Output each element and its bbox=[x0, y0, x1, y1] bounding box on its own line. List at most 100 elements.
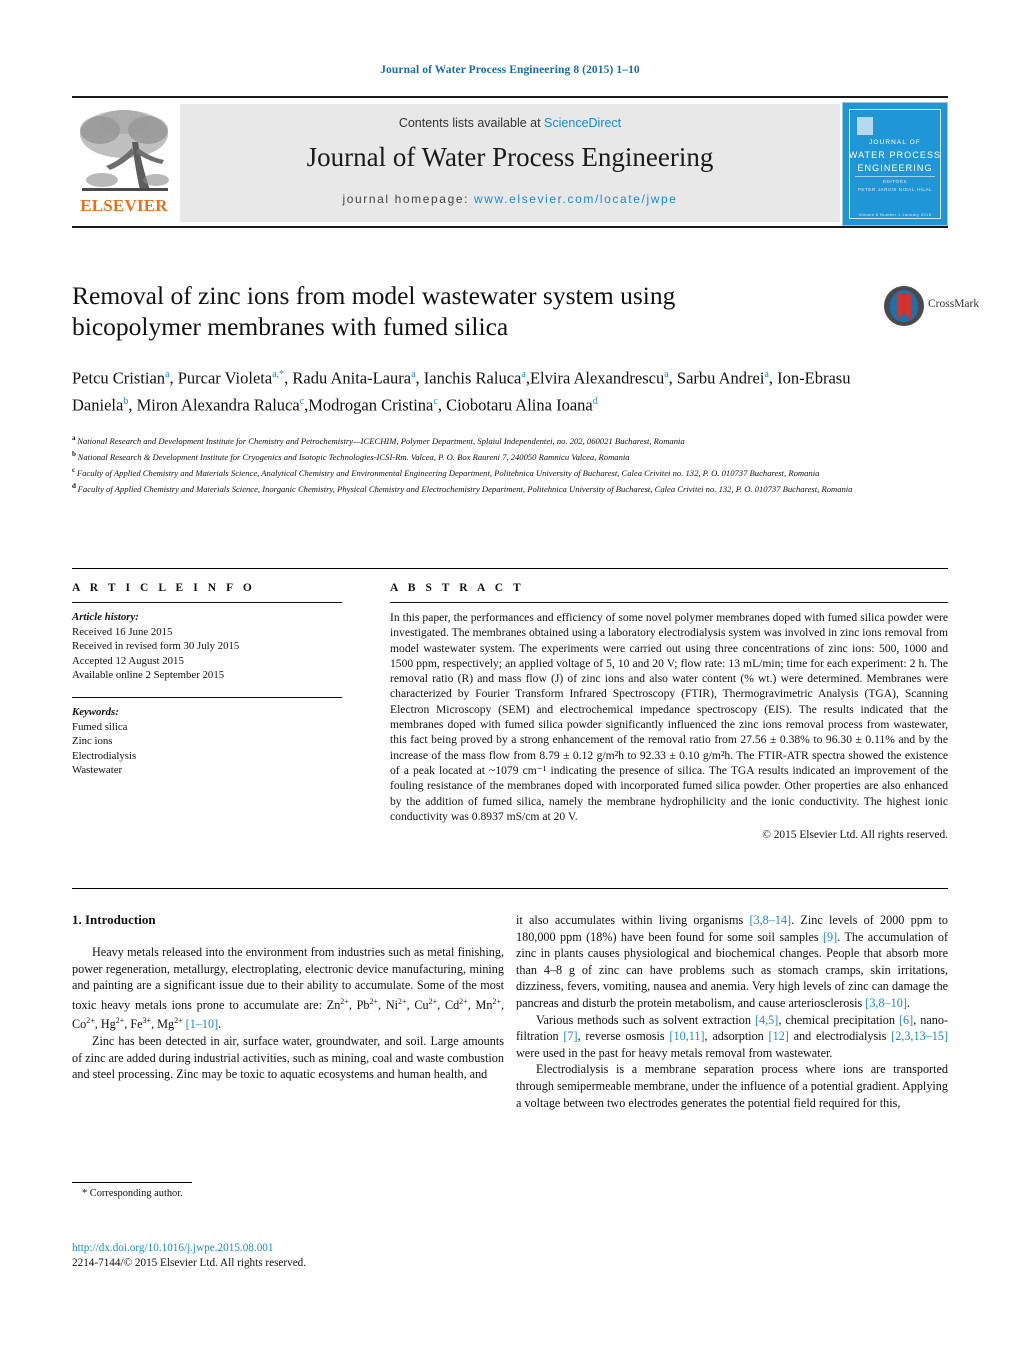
body-left-column: 1. Introduction Heavy metals released in… bbox=[72, 912, 504, 1083]
sciencedirect-link[interactable]: ScienceDirect bbox=[544, 116, 621, 130]
ion-charge: 2+ bbox=[86, 1016, 95, 1026]
cover-footer: Volume 8 Number 1 January 2015 bbox=[858, 212, 932, 217]
author-name: Elvira Alexandrescu bbox=[529, 368, 665, 388]
citation-ref[interactable]: [3,8–14] bbox=[749, 913, 791, 927]
author-affiliation-mark: a bbox=[165, 369, 170, 380]
journal-title: Journal of Water Process Engineering bbox=[306, 142, 714, 172]
ion-charge: 2+ bbox=[428, 996, 438, 1006]
cover-line-1: JOURNAL OF bbox=[869, 139, 921, 146]
article-history-3: Available online 2 September 2015 bbox=[72, 669, 225, 682]
contents-prefix: Contents lists available at bbox=[398, 116, 545, 130]
author-affiliation-mark: a bbox=[664, 369, 669, 380]
keyword-1: Zinc ions bbox=[72, 735, 113, 748]
issn-copyright-line: 2214-7144/© 2015 Elsevier Ltd. All right… bbox=[72, 1257, 307, 1269]
contents-available-line: Contents lists available at ScienceDirec… bbox=[180, 116, 840, 130]
ion-charge: 2+ bbox=[174, 1016, 183, 1026]
author-list: Petcu Cristiana, Purcar Violetaa,*, Radu… bbox=[72, 368, 851, 415]
elsevier-wordmark: ELSEVIER bbox=[80, 196, 168, 215]
affiliation-item: a National Research and Development Inst… bbox=[72, 432, 872, 448]
ion-charge: 3+ bbox=[142, 1016, 152, 1026]
author-name: Ianchis Raluca bbox=[423, 368, 522, 388]
paragraph-left-0: Heavy metals released into the environme… bbox=[72, 945, 504, 1032]
author-affiliation-mark: c bbox=[433, 395, 438, 407]
keyword-2: Electrodialysis bbox=[72, 749, 137, 762]
ion-charge: 2+ bbox=[492, 996, 501, 1006]
author-name: Sarbu Andrei bbox=[676, 368, 765, 388]
keywords-rule bbox=[72, 696, 342, 698]
paper-page: Journal of Water Process Engineering 8 (… bbox=[0, 0, 1020, 1351]
abstract-column: A B S T R A C T In this paper, the perfo… bbox=[390, 582, 948, 843]
author-affiliation-mark: b bbox=[123, 395, 129, 407]
paragraph-left-1: Zinc has been detected in air, surface w… bbox=[72, 1034, 504, 1082]
crossmark-badge[interactable]: CrossMark bbox=[884, 286, 979, 330]
abstract-text: In this paper, the performances and effi… bbox=[390, 611, 948, 823]
crossmark-notch-icon bbox=[897, 313, 911, 320]
abstract-body: In this paper, the performances and effi… bbox=[390, 610, 948, 843]
citation-ref[interactable]: [10,11] bbox=[669, 1029, 704, 1043]
author-affiliation-mark: d bbox=[592, 395, 598, 407]
article-history-2: Accepted 12 August 2015 bbox=[72, 654, 184, 667]
crossmark-label: CrossMark bbox=[928, 298, 980, 310]
info-band-bottom-rule bbox=[72, 888, 948, 889]
abstract-copyright: © 2015 Elsevier Ltd. All rights reserved… bbox=[762, 829, 948, 842]
footnote-rule bbox=[72, 1182, 192, 1183]
keyword-3: Wastewater bbox=[72, 764, 123, 777]
affiliation-text: Faculty of Applied Chemistry and Materia… bbox=[76, 467, 820, 478]
keywords-label: Keywords: bbox=[72, 705, 119, 718]
journal-cover-thumbnail[interactable]: JOURNAL OF WATER PROCESS ENGINEERING EDI… bbox=[842, 102, 948, 226]
paragraph-right-1: Various methods such as solvent extracti… bbox=[516, 1012, 949, 1060]
paragraph-right-2: Electrodialysis is a membrane separation… bbox=[516, 1062, 948, 1110]
cover-line-3: ENGINEERING bbox=[857, 163, 933, 173]
citation-ref[interactable]: [7] bbox=[563, 1029, 577, 1043]
paragraph-right-0: it also accumulates within living organi… bbox=[516, 913, 948, 1010]
citation-ref[interactable]: [6] bbox=[899, 1013, 913, 1027]
affiliation-item: c Faculty of Applied Chemistry and Mater… bbox=[72, 464, 872, 480]
journal-homepage-line: journal homepage: www.elsevier.com/locat… bbox=[180, 192, 840, 206]
keywords-block: Keywords: Fumed silica Zinc ions Electro… bbox=[72, 705, 342, 778]
cover-line-2: WATER PROCESS bbox=[848, 150, 942, 160]
article-info-heading: A R T I C L E I N F O bbox=[72, 582, 256, 594]
author-name: Modrogan Cristina bbox=[308, 395, 434, 414]
affiliation-item: d Faculty of Applied Chemistry and Mater… bbox=[72, 480, 872, 496]
homepage-link[interactable]: www.elsevier.com/locate/jwpe bbox=[474, 192, 678, 206]
ion-charge: 2+ bbox=[340, 996, 349, 1006]
article-info-column: A R T I C L E I N F O Article history: R… bbox=[72, 582, 342, 778]
affiliation-item: b National Research & Development Instit… bbox=[72, 448, 872, 464]
cover-editors-label: EDITORS bbox=[882, 179, 908, 184]
author-affiliation-mark: a bbox=[411, 369, 416, 380]
citation-ref[interactable]: [3,8–10] bbox=[865, 996, 907, 1010]
author-affiliation-mark: a,* bbox=[272, 369, 285, 380]
author-name: Purcar Violeta bbox=[177, 368, 273, 388]
homepage-prefix: journal homepage: bbox=[342, 192, 474, 206]
ion-charge: 2+ bbox=[398, 996, 407, 1006]
author-affiliation-mark: c bbox=[299, 395, 305, 407]
doi-link[interactable]: http://dx.doi.org/10.1016/j.jwpe.2015.08… bbox=[72, 1242, 572, 1254]
abstract-heading: A B S T R A C T bbox=[390, 582, 525, 594]
article-history-label: Article history: bbox=[72, 611, 139, 623]
author-name: Miron Alexandra Raluca bbox=[136, 395, 300, 414]
info-band-top-rule bbox=[72, 568, 948, 569]
running-head: Journal of Water Process Engineering 8 (… bbox=[380, 64, 640, 76]
affiliation-text: National Research & Development Institut… bbox=[77, 451, 630, 462]
citation-ref[interactable]: [9] bbox=[823, 930, 837, 944]
citation-ref[interactable]: [2,3,13–15] bbox=[891, 1029, 948, 1043]
ion-charge: 2+ bbox=[369, 996, 379, 1006]
article-history-1: Received in revised form 30 July 2015 bbox=[72, 640, 240, 653]
author-affiliation-mark: a bbox=[521, 369, 526, 380]
masthead-band: Contents lists available at ScienceDirec… bbox=[180, 104, 840, 222]
article-info-spacer bbox=[72, 683, 342, 697]
citation-ref[interactable]: [12] bbox=[769, 1029, 789, 1043]
corresponding-author-note: * Corresponding author. bbox=[82, 1188, 183, 1199]
cover-divider bbox=[855, 176, 935, 177]
article-history-block: Article history: Received 16 June 2015 R… bbox=[72, 610, 342, 683]
author-name: Petcu Cristian bbox=[72, 368, 166, 388]
article-history-0: Received 16 June 2015 bbox=[72, 625, 173, 638]
affiliation-text: Faculty of Applied Chemistry and Materia… bbox=[77, 484, 853, 495]
affiliation-text: National Research and Development Instit… bbox=[77, 435, 685, 446]
keyword-0: Fumed silica bbox=[72, 720, 128, 733]
author-name: Radu Anita-Laura bbox=[292, 368, 412, 388]
citation-ref[interactable]: [1–10] bbox=[186, 1018, 219, 1032]
author-affiliation-mark: a bbox=[764, 369, 769, 380]
citation-ref[interactable]: [4,5] bbox=[755, 1013, 778, 1027]
journal-masthead: ELSEVIER Contents lists available at Sci… bbox=[72, 96, 948, 228]
